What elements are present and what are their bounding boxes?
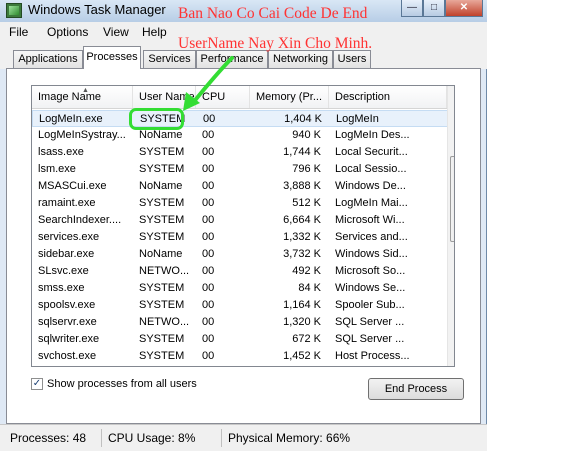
tab-processes[interactable]: Processes xyxy=(83,46,141,69)
